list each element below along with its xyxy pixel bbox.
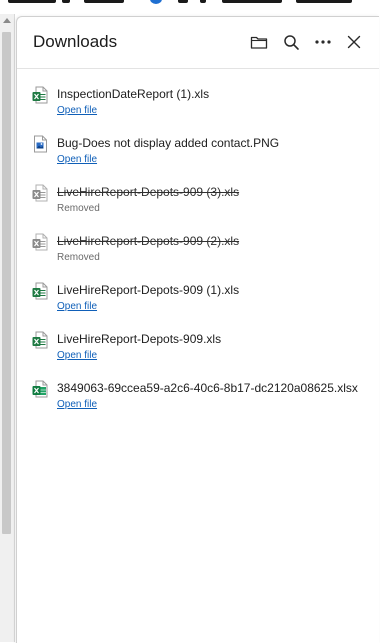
removed-status: Removed <box>57 252 100 263</box>
toolbar-fragment <box>62 0 70 3</box>
excel-xls-icon <box>32 184 48 202</box>
folder-icon <box>250 34 268 50</box>
panel-title: Downloads <box>33 32 118 51</box>
image-file-icon <box>32 135 48 153</box>
download-item-removed: LiveHireReport-Depots-909 (3).xls Remove… <box>17 176 379 222</box>
excel-xls-icon <box>32 331 48 349</box>
open-file-link[interactable]: Open file <box>57 399 97 410</box>
scroll-up-arrow-icon[interactable] <box>3 18 11 23</box>
download-item[interactable]: 3849063-69ccea59-a2c6-40c6-8b17-dc2120a0… <box>17 372 379 418</box>
downloads-panel: Downloads InspectionDateReport (1).xls O… <box>16 16 379 643</box>
download-filename: InspectionDateReport (1).xls <box>57 87 210 101</box>
toolbar-fragment <box>178 0 188 3</box>
more-options-button[interactable] <box>312 31 334 53</box>
toolbar-fragment <box>296 0 352 3</box>
download-filename: LiveHireReport-Depots-909 (1).xls <box>57 283 240 297</box>
top-strip <box>0 0 380 4</box>
open-folder-button[interactable] <box>248 31 270 53</box>
download-item[interactable]: LiveHireReport-Depots-909.xls Open file <box>17 323 379 369</box>
download-item[interactable]: InspectionDateReport (1).xls Open file <box>17 78 379 124</box>
toolbar-fragment <box>222 0 282 3</box>
search-button[interactable] <box>280 31 302 53</box>
toolbar-fragment <box>200 0 206 3</box>
more-icon <box>314 39 332 45</box>
close-button[interactable] <box>343 31 365 53</box>
open-file-link[interactable]: Open file <box>57 350 97 361</box>
open-file-link[interactable]: Open file <box>57 105 97 116</box>
toolbar-fragment <box>84 0 124 3</box>
download-item[interactable]: Bug-Does not display added contact.PNG O… <box>17 127 379 173</box>
scrollbar-thumb[interactable] <box>2 32 11 534</box>
close-icon <box>347 35 361 49</box>
download-filename: LiveHireReport-Depots-909 (2).xls <box>57 234 240 248</box>
excel-xls-icon <box>32 282 48 300</box>
toolbar-fragment <box>8 0 56 3</box>
removed-status: Removed <box>57 203 100 214</box>
open-file-link[interactable]: Open file <box>57 154 97 165</box>
download-filename: LiveHireReport-Depots-909 (3).xls <box>57 185 240 199</box>
excel-xls-icon <box>32 233 48 251</box>
excel-xls-icon <box>32 86 48 104</box>
search-icon <box>283 34 300 51</box>
download-item[interactable]: LiveHireReport-Depots-909 (1).xls Open f… <box>17 274 379 320</box>
browser-icon <box>150 0 162 4</box>
page-scrollbar[interactable] <box>0 14 15 642</box>
download-filename: LiveHireReport-Depots-909.xls <box>57 332 222 346</box>
download-item-removed: LiveHireReport-Depots-909 (2).xls Remove… <box>17 225 379 271</box>
open-file-link[interactable]: Open file <box>57 301 97 312</box>
download-filename: 3849063-69ccea59-a2c6-40c6-8b17-dc2120a0… <box>57 381 358 395</box>
download-filename: Bug-Does not display added contact.PNG <box>57 136 280 150</box>
downloads-header: Downloads <box>17 17 379 69</box>
excel-xlsx-icon <box>32 380 48 398</box>
